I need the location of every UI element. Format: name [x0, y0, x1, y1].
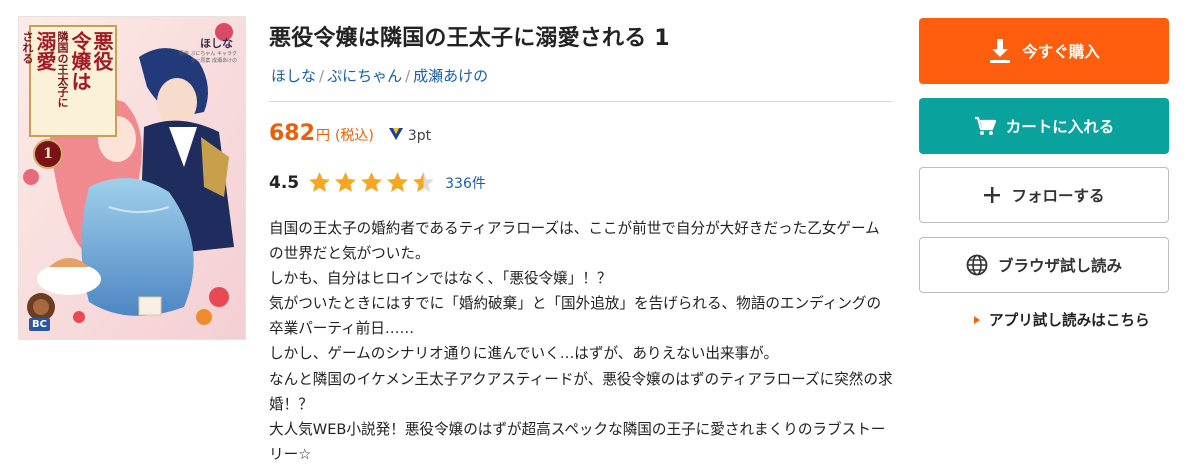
- add-to-cart-label: カートに入れる: [1005, 118, 1115, 136]
- price-value: 682: [269, 121, 315, 146]
- cover-volume-badge: 1: [33, 139, 63, 169]
- browser-trial-label: ブラウザ試し読み: [997, 257, 1122, 275]
- price-tax-label: (税込): [334, 128, 374, 144]
- book-title: 悪役令嬢は隣国の王太子に溺愛される 1: [269, 26, 670, 51]
- plus-icon: [984, 187, 1001, 203]
- download-icon: [990, 39, 1011, 63]
- cover-title-line: 悪役: [90, 31, 114, 71]
- divider: [269, 101, 893, 102]
- description-paragraph: 大人気WEB小説発！悪役令嬢のはずが超高スペックな隣国の王子に愛されまくりのラブ…: [269, 420, 886, 463]
- browser-trial-button[interactable]: ブラウザ試し読み: [919, 237, 1169, 293]
- buy-now-label: 今すぐ購入: [1022, 43, 1100, 61]
- cover-title-line: 隣国の王太子に: [56, 31, 69, 108]
- book-cover[interactable]: 悪役 令嬢は 隣国の王太子に 溺愛 される 1 ほしな 原作 ぷにちゃん キャラ…: [19, 17, 245, 339]
- app-trial-label: アプリ試し読みはこちら: [989, 312, 1150, 329]
- v-point-icon: [388, 128, 403, 140]
- add-to-cart-button[interactable]: カートに入れる: [919, 98, 1169, 154]
- cover-title-line: 溺愛: [33, 31, 57, 71]
- book-description: 自国の王太子の婚約者であるティアラローズは、ここが前世で自分が大好きだった乙女ゲ…: [269, 216, 893, 467]
- follow-button[interactable]: フォローする: [919, 167, 1169, 223]
- points-value: 3pt: [407, 128, 432, 144]
- rating-value: 4.5: [269, 172, 300, 193]
- star-full-icon: [335, 172, 357, 192]
- description-paragraph: なんと隣国のイケメン王太子アクアスティードが、悪役令嬢のはずのティアラローズに突…: [269, 370, 893, 413]
- cover-credits: 原作 ぷにちゃん キャラクター原案 成瀬あけの: [178, 51, 237, 64]
- star-full-icon: [361, 172, 383, 192]
- description-paragraph: しかも、自分はヒロインではなく、「悪役令嬢」！？: [269, 270, 612, 288]
- description-paragraph: 気がついたときにはすでに「婚約破棄」と「国外追放」を告げられる、物語のエンディン…: [269, 295, 882, 338]
- follow-label: フォローする: [1011, 187, 1105, 205]
- author-link[interactable]: ぷにちゃん: [327, 67, 402, 85]
- author-separator: /: [319, 67, 325, 85]
- triangle-right-icon: [974, 315, 980, 324]
- author-separator: /: [405, 67, 411, 85]
- author-link[interactable]: ほしな: [271, 67, 316, 85]
- star-full-icon: [309, 172, 331, 192]
- cover-title-line: される: [21, 31, 34, 64]
- author-link[interactable]: 成瀬あけの: [413, 67, 488, 85]
- price-row: 682 円 (税込) 3pt: [269, 121, 431, 146]
- cart-icon: [974, 116, 996, 135]
- cover-title-line: 令嬢は: [68, 31, 92, 91]
- cover-author: ほしな: [200, 37, 233, 50]
- star-rating: [307, 170, 436, 195]
- buy-now-button[interactable]: 今すぐ購入: [919, 18, 1169, 84]
- price-currency: 円: [315, 128, 330, 144]
- publisher-logo: BC: [29, 318, 50, 331]
- globe-icon: [966, 254, 988, 276]
- author-list: ほしな / ぷにちゃん / 成瀬あけの: [271, 65, 488, 86]
- description-paragraph: 自国の王太子の婚約者であるティアラローズは、ここが前世で自分が大好きだった乙女ゲ…: [269, 220, 880, 263]
- cover-title-box: 悪役 令嬢は 隣国の王太子に 溺愛 される: [21, 25, 117, 137]
- review-count-link[interactable]: 336件: [445, 173, 486, 193]
- star-half-icon: [413, 172, 435, 192]
- star-full-icon: [387, 172, 409, 192]
- app-trial-link[interactable]: アプリ試し読みはこちら: [974, 309, 1150, 330]
- rating-row: 4.5 336件: [269, 170, 486, 195]
- description-paragraph: しかし、ゲームのシナリオ通りに進んでいく…はずが、ありえない出来事が。: [269, 345, 779, 363]
